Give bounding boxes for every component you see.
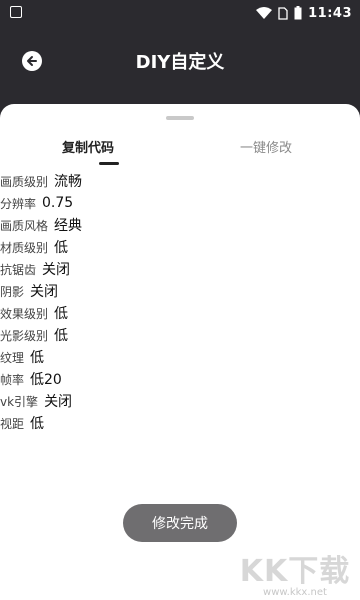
setting-label: 分辨率 (0, 196, 37, 211)
setting-value: 0.75 (42, 195, 74, 211)
active-tab-indicator (99, 162, 119, 165)
status-time: 11:43 (308, 5, 352, 21)
finish-modify-button[interactable]: 修改完成 (123, 504, 237, 542)
setting-value: 流畅 (54, 174, 83, 190)
setting-value: 低 (54, 328, 69, 344)
setting-label: 效果级别 (0, 306, 49, 321)
app-bar: DIY自定义 (0, 26, 360, 98)
setting-label: 阴影 (0, 284, 25, 299)
setting-row-quality: 画质级别 流畅 (0, 170, 360, 192)
tab-one-click-modify[interactable]: 一键修改 (240, 137, 292, 156)
setting-value: 关闭 (30, 284, 59, 300)
setting-row-vk-engine: vk引擎 关闭 (0, 390, 360, 412)
setting-label: 抗锯齿 (0, 262, 37, 277)
settings-list: 画质级别 流畅 分辨率 0.75 画质风格 经典 材质级别 低 抗锯齿 关闭 阴… (0, 170, 360, 434)
setting-row-texture: 纹理 低 (0, 346, 360, 368)
setting-value: 低 (30, 350, 45, 366)
setting-label: vk引擎 (0, 394, 39, 409)
tab-copy-code[interactable]: 复制代码 (62, 137, 114, 156)
setting-label: 画质风格 (0, 218, 49, 233)
setting-value: 低20 (30, 372, 62, 388)
status-bar: 11:43 (0, 0, 360, 26)
setting-row-framerate: 帧率 低20 (0, 368, 360, 390)
setting-row-effects: 效果级别 低 (0, 302, 360, 324)
setting-label: 光影级别 (0, 328, 49, 343)
setting-label: 视距 (0, 416, 25, 431)
setting-row-style: 画质风格 经典 (0, 214, 360, 236)
gallery-notification-icon (10, 6, 22, 18)
page-title: DIY自定义 (135, 52, 225, 73)
setting-value: 经典 (54, 218, 83, 234)
setting-label: 纹理 (0, 350, 25, 365)
setting-row-shadow: 阴影 关闭 (0, 280, 360, 302)
setting-value: 低 (54, 240, 69, 256)
setting-row-antialiasing: 抗锯齿 关闭 (0, 258, 360, 280)
setting-row-lighting: 光影级别 低 (0, 324, 360, 346)
setting-row-material: 材质级别 低 (0, 236, 360, 258)
setting-value: 低 (30, 416, 45, 432)
setting-label: 画质级别 (0, 174, 49, 189)
setting-label: 材质级别 (0, 240, 49, 255)
watermark-url: www.kkx.net (263, 587, 327, 598)
setting-value: 低 (54, 306, 69, 322)
sim-card-icon (278, 6, 288, 20)
watermark-logo: KK下载 www.kkx.net (236, 546, 354, 598)
watermark-text: KK下载 (239, 554, 351, 589)
setting-label: 帧率 (0, 372, 25, 387)
setting-row-resolution: 分辨率 0.75 (0, 192, 360, 214)
battery-icon (294, 6, 302, 20)
setting-value: 关闭 (42, 262, 71, 278)
bottom-sheet: 复制代码 一键修改 画质级别 流畅 分辨率 0.75 画质风格 经典 材质级别 … (0, 104, 360, 600)
sheet-drag-handle[interactable] (166, 116, 194, 120)
setting-row-view-distance: 视距 低 (0, 412, 360, 434)
setting-value: 关闭 (44, 394, 73, 410)
wifi-icon (256, 7, 273, 19)
status-icons: 11:43 (256, 4, 352, 22)
